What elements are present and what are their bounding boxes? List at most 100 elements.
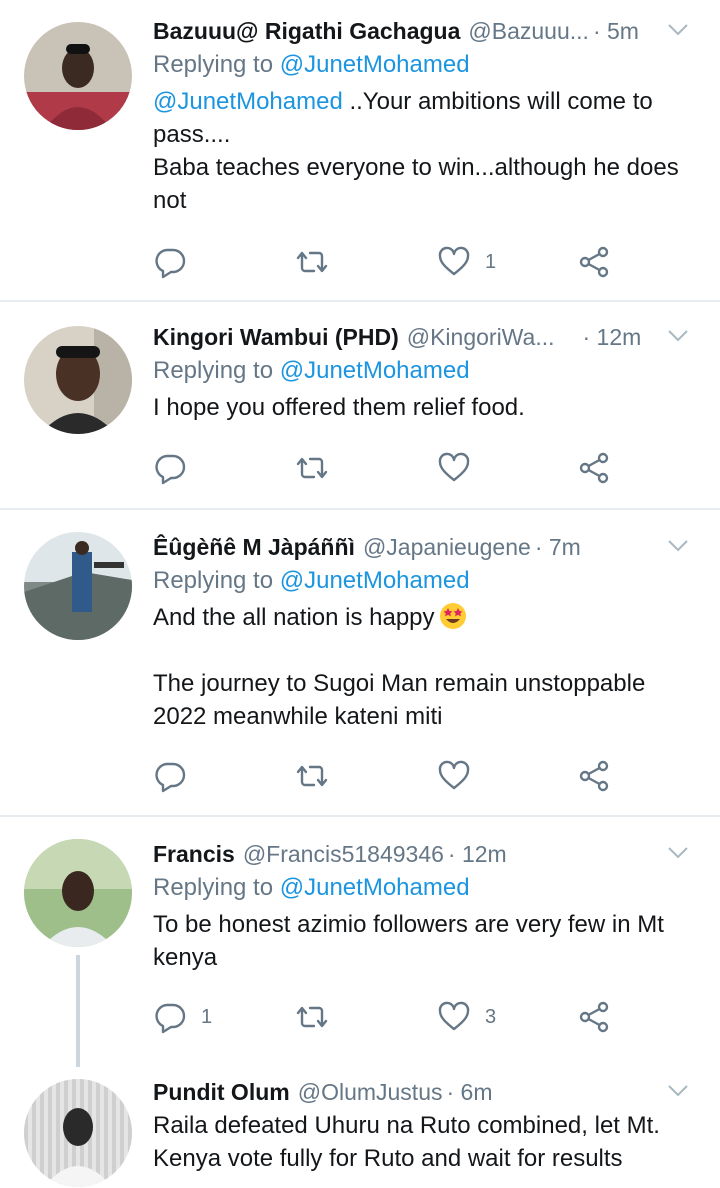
like-button[interactable]: 3 <box>437 997 496 1037</box>
text-line: The journey to Sugoi Man remain unstoppa… <box>153 670 646 697</box>
like-button[interactable] <box>437 756 485 796</box>
mention-link[interactable]: @JunetMohamed <box>153 88 343 115</box>
share-icon <box>577 759 611 793</box>
text-line: kenya <box>153 944 218 971</box>
reply-icon <box>153 451 187 485</box>
replying-to: Replying to @JunetMohamed <box>153 354 696 388</box>
thread-connector <box>76 955 80 1067</box>
timestamp: · 5m <box>592 18 639 44</box>
retweet-button[interactable] <box>295 242 343 282</box>
avatar[interactable] <box>24 532 132 640</box>
avatar[interactable] <box>24 1079 132 1187</box>
heart-icon <box>437 1000 471 1034</box>
mention-link[interactable]: @JunetMohamed <box>280 567 470 594</box>
share-button[interactable] <box>577 756 611 796</box>
timestamp: · 7m <box>534 534 581 560</box>
share-button[interactable] <box>577 448 611 488</box>
reply-icon <box>153 245 187 279</box>
tweet-card[interactable]: Êûgèñê M Jàpáññì @Japanieugene · 7m Repl… <box>0 510 720 815</box>
user-handle[interactable]: @Francis51849346 <box>243 837 444 871</box>
share-button[interactable] <box>577 242 611 282</box>
reply-button[interactable]: 1 <box>153 997 212 1037</box>
like-button[interactable]: 1 <box>437 242 496 282</box>
user-handle[interactable]: @Japanieugene <box>363 530 531 564</box>
tweet-text: And the all nation is happy The journey … <box>153 601 696 733</box>
replying-to: Replying to @JunetMohamed <box>153 871 696 905</box>
chevron-down-icon[interactable] <box>666 20 690 40</box>
avatar[interactable] <box>24 839 132 947</box>
tweet-text: Raila defeated Uhuru na Ruto combined, l… <box>153 1109 696 1175</box>
text-line: not <box>153 187 187 214</box>
timestamp: · 6m <box>446 1079 493 1105</box>
user-handle[interactable]: @Bazuuu... <box>468 14 589 48</box>
retweet-button[interactable] <box>295 448 343 488</box>
text-line: Baba teaches everyone to win...although … <box>153 154 679 181</box>
user-handle[interactable]: @KingoriWa... <box>407 320 555 354</box>
timestamp: · 12m <box>447 841 507 867</box>
reply-button[interactable] <box>153 242 201 282</box>
action-bar: 1 <box>153 242 623 282</box>
share-icon <box>577 1000 611 1034</box>
tweet-card[interactable]: Francis @Francis51849346 · 12m Replying … <box>0 817 720 1067</box>
retweet-icon <box>295 451 329 485</box>
text-line: And the all nation is happy <box>153 604 435 631</box>
like-button[interactable] <box>437 448 485 488</box>
tweet-card[interactable]: Bazuuu@ Rigathi Gachagua @Bazuuu... · 5m… <box>0 0 720 300</box>
tweet-text: @JunetMohamed ..Your ambitions will come… <box>153 85 696 217</box>
replying-prefix: Replying to <box>153 874 274 901</box>
user-handle[interactable]: @OlumJustus <box>298 1075 443 1109</box>
text-line: Kenya vote fully for Ruto and wait for r… <box>153 1145 623 1172</box>
replying-prefix: Replying to <box>153 51 274 78</box>
chevron-down-icon[interactable] <box>666 1081 690 1101</box>
display-name[interactable]: Êûgèñê M Jàpáññì <box>153 530 355 564</box>
chevron-down-icon[interactable] <box>666 843 690 863</box>
share-icon <box>577 451 611 485</box>
tweet-text: To be honest azimio followers are very f… <box>153 908 696 974</box>
retweet-icon <box>295 759 329 793</box>
retweet-button[interactable] <box>295 997 343 1037</box>
like-count: 1 <box>485 250 497 273</box>
text-line: To be honest azimio followers are very f… <box>153 911 664 938</box>
tweet-card[interactable]: Pundit Olum @OlumJustus · 6m Raila defea… <box>0 1067 720 1188</box>
replying-prefix: Replying to <box>153 567 274 594</box>
chevron-down-icon[interactable] <box>666 536 690 556</box>
share-icon <box>577 245 611 279</box>
heart-icon <box>437 245 471 279</box>
action-bar: 1 3 <box>153 997 623 1037</box>
heart-icon <box>437 759 471 793</box>
retweet-icon <box>295 1000 329 1034</box>
reply-button[interactable] <box>153 448 201 488</box>
timestamp: · 12m <box>582 324 642 350</box>
reply-icon <box>153 1000 187 1034</box>
display-name[interactable]: Bazuuu@ Rigathi Gachagua <box>153 14 460 48</box>
mention-link[interactable]: @JunetMohamed <box>280 357 470 384</box>
retweet-icon <box>295 245 329 279</box>
mention-link[interactable]: @JunetMohamed <box>280 874 470 901</box>
display-name[interactable]: Kingori Wambui (PHD) <box>153 320 399 354</box>
display-name[interactable]: Francis <box>153 837 235 871</box>
star-struck-emoji <box>439 602 467 630</box>
replying-to: Replying to @JunetMohamed <box>153 48 696 82</box>
replying-prefix: Replying to <box>153 357 274 384</box>
reply-button[interactable] <box>153 756 201 796</box>
tweet-card[interactable]: Kingori Wambui (PHD) @KingoriWa... · 12m… <box>0 302 720 508</box>
display-name[interactable]: Pundit Olum <box>153 1075 290 1109</box>
text-line: pass.... <box>153 121 231 148</box>
text-line: ..Your ambitions will come to <box>342 88 653 115</box>
share-button[interactable] <box>577 997 611 1037</box>
retweet-button[interactable] <box>295 756 343 796</box>
text-line: Raila defeated Uhuru na Ruto combined, l… <box>153 1112 660 1139</box>
action-bar <box>153 448 623 488</box>
action-bar <box>153 756 623 796</box>
heart-icon <box>437 451 471 485</box>
like-count: 3 <box>485 1005 497 1028</box>
chevron-down-icon[interactable] <box>666 326 690 346</box>
tweet-text: I hope you offered them relief food. <box>153 391 696 424</box>
reply-count: 1 <box>201 1005 213 1028</box>
avatar[interactable] <box>24 22 132 130</box>
replying-to: Replying to @JunetMohamed <box>153 564 696 598</box>
mention-link[interactable]: @JunetMohamed <box>280 51 470 78</box>
avatar[interactable] <box>24 326 132 434</box>
reply-icon <box>153 759 187 793</box>
text-line: I hope you offered them relief food. <box>153 394 525 421</box>
